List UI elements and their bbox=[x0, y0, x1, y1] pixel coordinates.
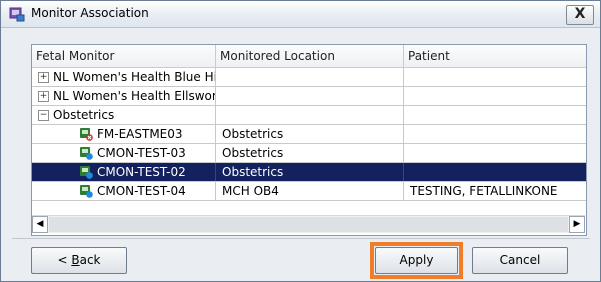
monitor-row-cmon-test-04[interactable]: CMON-TEST-04 MCH OB4 TESTING, FETALLINKO… bbox=[32, 182, 586, 200]
back-button[interactable]: < Back bbox=[31, 247, 127, 274]
group-label: NL Women's Health Blue Hil bbox=[53, 70, 216, 84]
fetal-monitor-cell: FM-EASTME03 bbox=[32, 125, 216, 143]
back-accelerator: B bbox=[71, 253, 80, 267]
title-bar: Monitor Association X bbox=[1, 1, 600, 28]
location-cell: Obstetrics bbox=[216, 144, 404, 162]
fetal-monitor-ok-icon bbox=[80, 147, 93, 160]
location-cell: MCH OB4 bbox=[216, 182, 404, 200]
monitor-name: CMON-TEST-02 bbox=[97, 165, 186, 179]
monitor-row-cmon-test-03[interactable]: CMON-TEST-03 Obstetrics bbox=[32, 144, 586, 162]
fetal-monitor-cell: CMON-TEST-02 bbox=[32, 163, 216, 181]
location-cell bbox=[216, 68, 404, 86]
column-header-patient[interactable]: Patient bbox=[404, 45, 586, 67]
grid-header: Fetal Monitor Monitored Location Patient bbox=[32, 45, 586, 68]
column-header-monitored-location[interactable]: Monitored Location bbox=[216, 45, 404, 67]
patient-cell bbox=[404, 125, 586, 143]
fetal-monitor-cell: + NL Women's Health Ellswort bbox=[32, 87, 216, 105]
fetal-monitor-ok-icon bbox=[80, 166, 93, 179]
expand-icon[interactable]: + bbox=[38, 91, 49, 102]
group-row-ellsworth[interactable]: + NL Women's Health Ellswort bbox=[32, 87, 586, 105]
patient-cell bbox=[404, 68, 586, 86]
fetal-monitor-cell: − Obstetrics bbox=[32, 106, 216, 124]
fetal-monitor-error-icon bbox=[80, 128, 93, 141]
monitor-name: CMON-TEST-04 bbox=[97, 184, 186, 198]
location-cell bbox=[216, 87, 404, 105]
cancel-button[interactable]: Cancel bbox=[472, 247, 568, 274]
group-row-obstetrics[interactable]: − Obstetrics bbox=[32, 106, 586, 124]
monitor-name: FM-EASTME03 bbox=[97, 127, 183, 141]
patient-cell bbox=[404, 144, 586, 162]
patient-cell: TESTING, FETALLINKONE bbox=[410, 184, 558, 198]
back-label: ack bbox=[79, 253, 101, 267]
footer-divider bbox=[12, 238, 590, 239]
monitor-name: CMON-TEST-03 bbox=[97, 146, 186, 160]
column-header-fetal-monitor[interactable]: Fetal Monitor bbox=[32, 45, 216, 67]
location-cell: Obstetrics bbox=[216, 163, 404, 181]
row-divider bbox=[32, 200, 586, 201]
patient-cell bbox=[404, 163, 586, 181]
location-cell bbox=[216, 106, 404, 124]
scroll-thumb[interactable] bbox=[49, 217, 568, 232]
collapse-icon[interactable]: − bbox=[38, 110, 49, 121]
patient-cell bbox=[404, 106, 586, 124]
apply-highlight-box bbox=[370, 242, 463, 279]
scroll-right-button[interactable]: ▶ bbox=[569, 216, 585, 233]
group-row-blue-hill[interactable]: + NL Women's Health Blue Hil bbox=[32, 68, 586, 86]
horizontal-scrollbar[interactable]: ◀ ▶ bbox=[32, 215, 585, 233]
scroll-left-button[interactable]: ◀ bbox=[32, 216, 48, 233]
location-cell: Obstetrics bbox=[216, 125, 404, 143]
back-prefix: < bbox=[57, 253, 72, 267]
fetal-monitor-cell: CMON-TEST-03 bbox=[32, 144, 216, 162]
fetal-monitor-cell: + NL Women's Health Blue Hil bbox=[32, 68, 216, 86]
fetal-monitor-ok-icon bbox=[80, 185, 93, 198]
window-title: Monitor Association bbox=[31, 6, 149, 20]
fetal-monitor-cell: CMON-TEST-04 bbox=[32, 182, 216, 200]
expand-icon[interactable]: + bbox=[38, 72, 49, 83]
close-button[interactable]: X bbox=[566, 5, 594, 25]
monitor-row-cmon-test-02[interactable]: CMON-TEST-02 Obstetrics bbox=[32, 163, 586, 181]
monitor-grid: Fetal Monitor Monitored Location Patient… bbox=[31, 44, 587, 236]
group-label: NL Women's Health Ellswort bbox=[53, 89, 216, 103]
app-icon bbox=[9, 7, 25, 22]
monitor-row-fm-eastme03[interactable]: FM-EASTME03 Obstetrics bbox=[32, 125, 586, 143]
patient-cell bbox=[404, 87, 586, 105]
monitor-association-dialog: Monitor Association X Fetal Monitor Moni… bbox=[0, 0, 601, 282]
group-label: Obstetrics bbox=[53, 108, 115, 122]
